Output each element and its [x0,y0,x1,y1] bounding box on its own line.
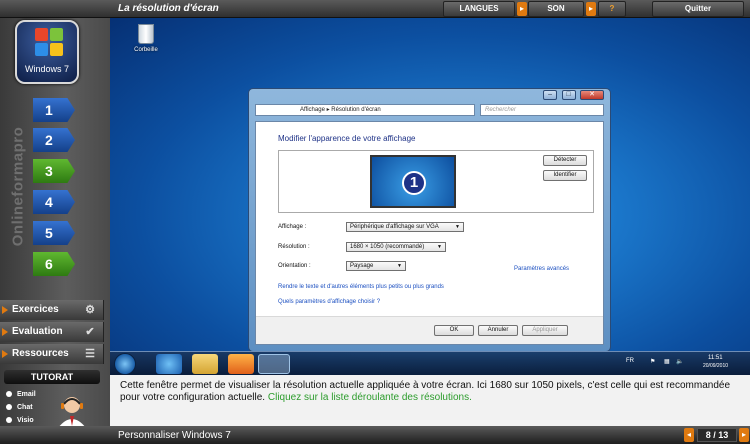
search-input[interactable]: Rechercher [480,104,604,116]
windows7-logo[interactable]: Windows 7 [15,20,79,84]
brand-vertical-text: Onlineformapro [9,126,27,247]
media-player-icon[interactable] [228,354,254,374]
step-4-button[interactable]: 4 [33,190,75,214]
sidebar: Windows 7 Onlineformapro 1 2 3 4 5 6 Exe… [0,18,110,428]
menu-exercices[interactable]: Exercices ⚙ [0,300,104,320]
windows-flag-icon [35,28,63,56]
radio-icon [6,391,12,398]
page-title: La résolution d'écran [118,3,219,14]
explorer-folder-icon[interactable] [192,354,218,374]
support-agent-icon [58,397,86,428]
menu-exercices-label: Exercices [12,304,59,315]
volume-icon[interactable]: 🔈 [676,358,683,365]
step-5-button[interactable]: 5 [33,221,75,245]
monitor-icon[interactable]: 1 [370,155,456,208]
detect-button[interactable]: Détecter [543,155,587,166]
step-6-button[interactable]: 6 [33,252,75,276]
lesson-title: Personnaliser Windows 7 [118,430,231,441]
step-1-button[interactable]: 1 [33,98,75,122]
clock-time[interactable]: 11:51 [708,355,723,361]
help-button[interactable]: ? [598,1,626,17]
radio-icon [6,417,12,424]
recycle-bin[interactable]: Corbeille [130,24,162,53]
recycle-bin-label: Corbeille [134,47,158,53]
quit-button[interactable]: Quitter [652,1,744,17]
contact-email[interactable]: Email [6,391,36,398]
window-footer: OK Annuler Appliquer [256,316,603,344]
orientation-dropdown[interactable]: Paysage [346,261,406,271]
window-heading: Modifier l'apparence de votre affichage [278,134,416,143]
instruction-text: Cette fenêtre permet de visualiser la ré… [120,380,740,404]
menu-ressources[interactable]: Ressources ☰ [0,344,104,364]
ok-button[interactable]: OK [434,325,474,336]
radio-icon [6,404,12,411]
menu-evaluation[interactable]: Evaluation ✔ [0,322,104,342]
close-icon[interactable]: ✕ [580,90,604,100]
minimize-icon[interactable]: – [543,90,558,100]
language-indicator[interactable]: FR [626,358,634,364]
orientation-label: Orientation : [278,263,311,269]
bottom-bar: Personnaliser Windows 7 ◂ 8 / 13 ▸ [0,426,750,444]
contact-chat[interactable]: Chat [6,404,33,411]
contact-email-label: Email [17,391,36,398]
flag-icon[interactable]: ⚑ [650,358,655,365]
maximize-icon[interactable]: □ [561,90,576,100]
window-controls: – □ ✕ [543,90,604,100]
clock-date[interactable]: 20/09/2010 [703,363,728,369]
languages-button[interactable]: LANGUES [443,1,515,17]
taskbar: FR ⚑ ▦ 🔈 11:51 20/09/2010 [110,351,750,375]
control-panel-task[interactable] [258,354,290,374]
network-icon[interactable]: ▦ [664,358,670,365]
menu-evaluation-label: Evaluation [12,326,63,337]
internet-explorer-icon[interactable] [156,354,182,374]
menu-ressources-label: Ressources [12,348,69,359]
contact-chat-label: Chat [17,404,33,411]
monitor-number: 1 [402,171,426,195]
monitor-preview: 1 Détecter Identifier [278,150,594,213]
window-client-area: Modifier l'apparence de votre affichage … [255,121,604,345]
identify-button[interactable]: Identifier [543,170,587,181]
step-3-button[interactable]: 3 [33,159,75,183]
resolution-dropdown[interactable]: 1680 × 1050 (recommandé) [346,242,446,252]
start-button[interactable] [114,353,136,375]
contact-visio-label: Visio [17,417,34,424]
languages-arrow-icon[interactable]: ▸ [517,2,527,16]
screen-resolution-window: – □ ✕ Affichage ▸ Résolution d'écran Rec… [248,88,611,352]
top-bar: La résolution d'écran LANGUES ▸ SON ▸ ? … [0,0,750,18]
next-page-icon[interactable]: ▸ [739,428,749,442]
step-2-button[interactable]: 2 [33,128,75,152]
instruction-panel: Cette fenêtre permet de visualiser la ré… [110,375,750,426]
sound-arrow-icon[interactable]: ▸ [586,2,596,16]
display-dropdown[interactable]: Périphérique d'affichage sur VGA [346,222,464,232]
checkmark-icon: ✔ [85,326,95,338]
resolution-label: Résolution : [278,244,310,250]
sound-button[interactable]: SON [528,1,584,17]
previous-page-icon[interactable]: ◂ [684,428,694,442]
logo-text: Windows 7 [24,64,69,74]
list-icon: ☰ [85,348,95,360]
recycle-bin-icon [138,24,154,44]
cancel-button[interactable]: Annuler [478,325,518,336]
tutorat-header: TUTORAT [4,370,100,384]
windows-desktop: Corbeille – □ ✕ Affichage ▸ Résolution d… [110,18,750,375]
instruction-highlight: Cliquez sur la liste déroulante des réso… [267,392,472,403]
advanced-settings-link[interactable]: Paramètres avancés [514,266,569,272]
page-counter: 8 / 13 [697,428,737,442]
gear-icon: ⚙ [85,304,95,316]
apply-button[interactable]: Appliquer [522,325,568,336]
address-bar[interactable]: Affichage ▸ Résolution d'écran [255,104,475,116]
display-label: Affichage : [278,224,307,230]
contact-visio[interactable]: Visio [6,417,34,424]
which-settings-link[interactable]: Quels paramètres d'affichage choisir ? [278,299,380,305]
text-size-link[interactable]: Rendre le texte et d'autres éléments plu… [278,284,444,290]
